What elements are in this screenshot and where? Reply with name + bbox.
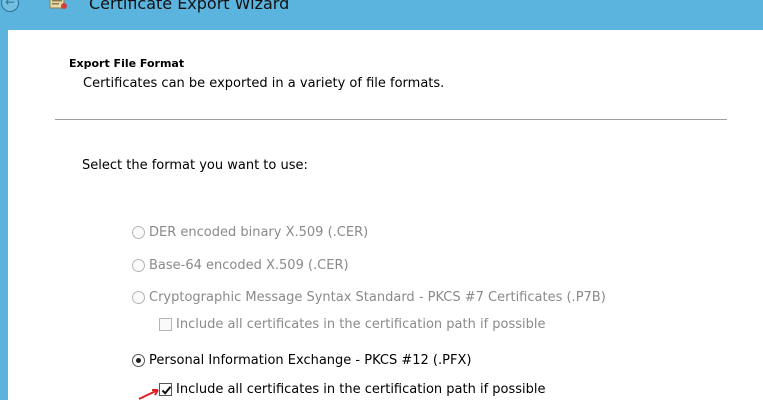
annotation-arrow-icon	[138, 389, 159, 400]
checkbox-pkcs7-include-chain	[159, 318, 172, 331]
radio-der-cer	[132, 226, 145, 239]
option-pkcs7-include-chain: Include all certificates in the certific…	[159, 317, 546, 332]
option-pfx-include-chain[interactable]: Include all certificates in the certific…	[159, 382, 546, 397]
option-pkcs7-include-chain-label: Include all certificates in the certific…	[176, 317, 546, 332]
radio-pkcs7	[132, 291, 145, 304]
option-base64-cer: Base-64 encoded X.509 (.CER)	[132, 258, 349, 273]
option-pkcs7-label: Cryptographic Message Syntax Standard - …	[149, 290, 606, 305]
window-title: Certificate Export Wizard	[89, 0, 290, 13]
checkmark-icon	[161, 386, 172, 395]
section-description: Certificates can be exported in a variet…	[83, 76, 445, 91]
divider	[55, 119, 727, 120]
option-pfx-include-chain-label: Include all certificates in the certific…	[176, 382, 546, 397]
section-heading: Export File Format	[69, 57, 185, 70]
wizard-window: ← Certificate Export Wizard Export File …	[0, 0, 763, 400]
radio-pfx[interactable]	[132, 354, 145, 367]
option-der-cer-label: DER encoded binary X.509 (.CER)	[149, 225, 369, 240]
title-bar: ← Certificate Export Wizard	[0, 0, 763, 30]
option-base64-cer-label: Base-64 encoded X.509 (.CER)	[149, 258, 349, 273]
back-arrow-icon[interactable]: ←	[1, 0, 19, 12]
option-pfx[interactable]: Personal Information Exchange - PKCS #12…	[132, 353, 471, 368]
format-prompt: Select the format you want to use:	[82, 158, 308, 173]
certificate-wizard-icon	[48, 0, 70, 16]
option-pfx-label: Personal Information Exchange - PKCS #12…	[149, 353, 472, 368]
option-pkcs7: Cryptographic Message Syntax Standard - …	[132, 290, 606, 305]
option-der-cer: DER encoded binary X.509 (.CER)	[132, 225, 368, 240]
radio-base64-cer	[132, 259, 145, 272]
checkbox-pfx-include-chain[interactable]	[159, 383, 172, 396]
